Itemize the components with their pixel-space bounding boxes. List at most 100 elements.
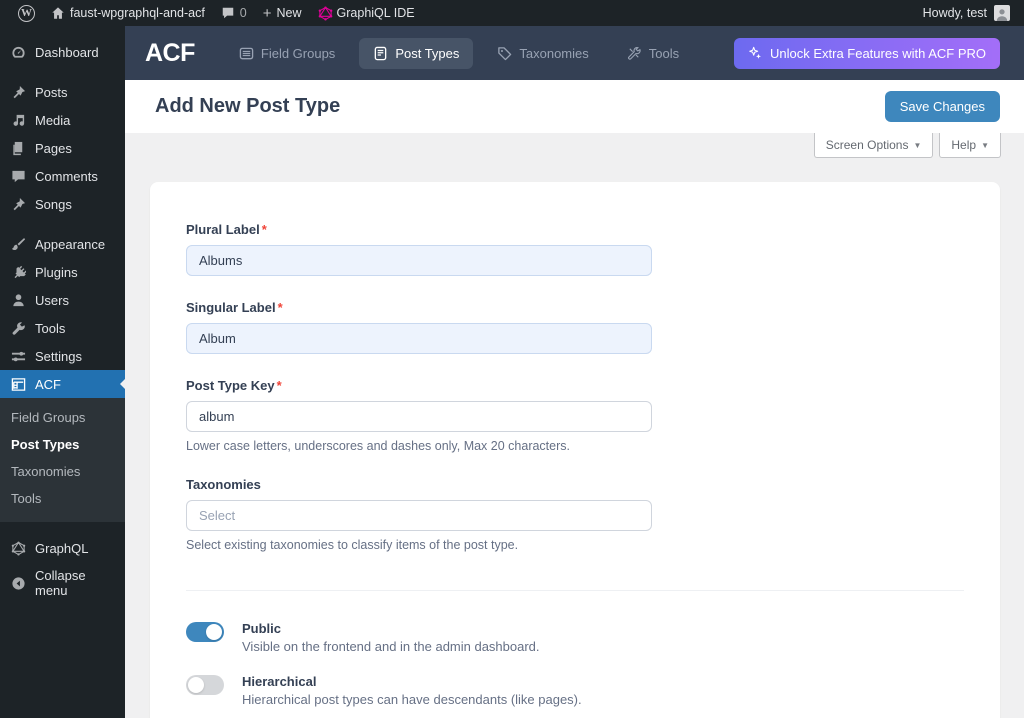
taxonomies-help: Select existing taxonomies to classify i… [186, 538, 519, 552]
sidebar-label: Plugins [35, 264, 78, 280]
sidebar-label: Settings [35, 348, 82, 364]
sidebar-item-plugins[interactable]: Plugins [0, 258, 125, 286]
sidebar-item-pages[interactable]: Pages [0, 134, 125, 162]
submenu-field-groups[interactable]: Field Groups [0, 404, 125, 431]
post-type-key-label: Post Type Key * [186, 378, 282, 393]
dashboard-icon [10, 44, 26, 60]
tools-icon [627, 46, 642, 61]
toggle-knob [188, 677, 204, 693]
graphql-icon [10, 540, 26, 556]
page-title: Add New Post Type [155, 95, 341, 117]
sidebar-item-acf[interactable]: ACF [0, 370, 125, 398]
new-content-menu[interactable]: + New [255, 0, 310, 26]
public-toggle[interactable] [186, 622, 224, 642]
media-icon [10, 112, 26, 128]
pin-icon [10, 196, 26, 212]
sidebar-item-comments[interactable]: Comments [0, 162, 125, 190]
section-divider [186, 590, 964, 591]
comments-count: 0 [239, 6, 247, 20]
graphiql-label: GraphiQL IDE [336, 6, 415, 20]
sidebar-item-settings[interactable]: Settings [0, 342, 125, 370]
howdy-text[interactable]: Howdy, test [923, 6, 987, 20]
sidebar-label: Collapse menu [35, 568, 86, 598]
sidebar-label: Appearance [35, 236, 106, 252]
screen-options-button[interactable]: Screen Options ▼ [813, 133, 934, 158]
required-mark: * [261, 222, 267, 237]
pro-button-label: Unlock Extra Features with ACF PRO [769, 45, 986, 61]
acf-logo[interactable]: ACF [145, 39, 195, 68]
taxonomies-select-input[interactable] [186, 500, 652, 531]
save-changes-button[interactable]: Save Changes [884, 91, 1000, 122]
tab-tools[interactable]: Tools [613, 38, 693, 69]
sidebar-item-dashboard[interactable]: Dashboard [0, 38, 125, 66]
sidebar-item-songs[interactable]: Songs [0, 190, 125, 218]
public-toggle-row: Public Visible on the frontend and in th… [186, 621, 964, 654]
submenu-taxonomies[interactable]: Taxonomies [0, 458, 125, 485]
comments-bubble-icon [221, 6, 235, 20]
comments-link[interactable]: 0 [213, 0, 255, 26]
sidebar-label: GraphQL [35, 540, 89, 556]
help-button[interactable]: Help ▼ [939, 133, 1001, 158]
tab-taxonomies[interactable]: Taxonomies [483, 38, 602, 69]
site-name: faust-wpgraphql-and-acf [70, 6, 205, 20]
post-types-icon [373, 46, 388, 61]
hierarchical-toggle-row: Hierarchical Hierarchical post types can… [186, 674, 964, 707]
singular-label-label: Singular Label * [186, 300, 283, 315]
post-type-form-card: Plural Label* Singular Label* Post Type … [150, 182, 1000, 718]
sidebar-item-graphql[interactable]: GraphQL [0, 534, 125, 562]
sidebar-label: Tools [35, 320, 66, 336]
sidebar-item-appearance[interactable]: Appearance [0, 230, 125, 258]
sidebar-item-media[interactable]: Media [0, 106, 125, 134]
hierarchical-toggle[interactable] [186, 675, 224, 695]
tab-label: Field Groups [260, 45, 336, 61]
wordpress-icon: W [18, 4, 35, 22]
chevron-down-icon: ▼ [913, 140, 922, 150]
singular-label-input[interactable] [186, 323, 652, 354]
sidebar-label: ACF [35, 376, 61, 392]
field-groups-icon [239, 46, 254, 61]
acf-grid-icon [10, 376, 26, 392]
submenu-tools[interactable]: Tools [0, 485, 125, 512]
collapse-menu-button[interactable]: Collapse menu [0, 562, 125, 604]
required-mark: * [276, 378, 282, 393]
tab-post-types[interactable]: Post Types [359, 37, 474, 69]
screen-meta-links: Screen Options ▼ Help ▼ [813, 133, 1001, 158]
page-header: Add New Post Type Save Changes [125, 80, 1024, 133]
plural-label-input[interactable] [186, 245, 652, 276]
site-name-link[interactable]: faust-wpgraphql-and-acf [43, 0, 213, 26]
toggle-knob [206, 624, 222, 640]
help-label: Help [951, 138, 977, 152]
acf-submenu: Field Groups Post Types Taxonomies Tools [0, 398, 125, 522]
sidebar-label: Media [35, 112, 71, 128]
wrench-icon [10, 320, 26, 336]
post-type-key-help: Lower case letters, underscores and dash… [186, 439, 570, 453]
field-taxonomies: Taxonomies Select existing taxonomies to… [186, 477, 964, 552]
graphiql-logo-icon [318, 6, 332, 21]
post-type-key-input[interactable] [186, 401, 652, 432]
admin-sidebar: Dashboard Posts Media Pages Comments Son… [0, 26, 125, 718]
submenu-post-types[interactable]: Post Types [0, 431, 125, 458]
sidebar-item-posts[interactable]: Posts [0, 78, 125, 106]
user-avatar[interactable] [994, 5, 1010, 21]
pin-icon [10, 84, 26, 100]
wp-logo-menu[interactable]: W [10, 0, 43, 26]
collapse-icon [10, 575, 26, 591]
home-icon [51, 6, 65, 20]
chevron-down-icon: ▼ [981, 140, 989, 150]
sidebar-item-tools[interactable]: Tools [0, 314, 125, 342]
plus-icon: + [262, 4, 272, 22]
graphiql-ide-link[interactable]: GraphiQL IDE [310, 0, 423, 26]
brush-icon [10, 236, 26, 252]
sidebar-item-users[interactable]: Users [0, 286, 125, 314]
sidebar-label: Dashboard [35, 44, 99, 60]
unlock-acf-pro-button[interactable]: Unlock Extra Features with ACF PRO [733, 37, 1000, 69]
field-plural-label: Plural Label * [186, 222, 964, 276]
sidebar-label: Posts [35, 84, 68, 100]
acf-tabs: Field Groups Post Types Taxonomies Tools [225, 37, 693, 69]
sidebar-label: Songs [35, 196, 72, 212]
sidebar-label: Pages [35, 140, 72, 156]
field-post-type-key: Post Type Key* Lower case letters, under… [186, 378, 964, 453]
public-toggle-desc: Visible on the frontend and in the admin… [242, 639, 540, 654]
required-mark: * [277, 300, 283, 315]
tab-field-groups[interactable]: Field Groups [225, 38, 349, 69]
